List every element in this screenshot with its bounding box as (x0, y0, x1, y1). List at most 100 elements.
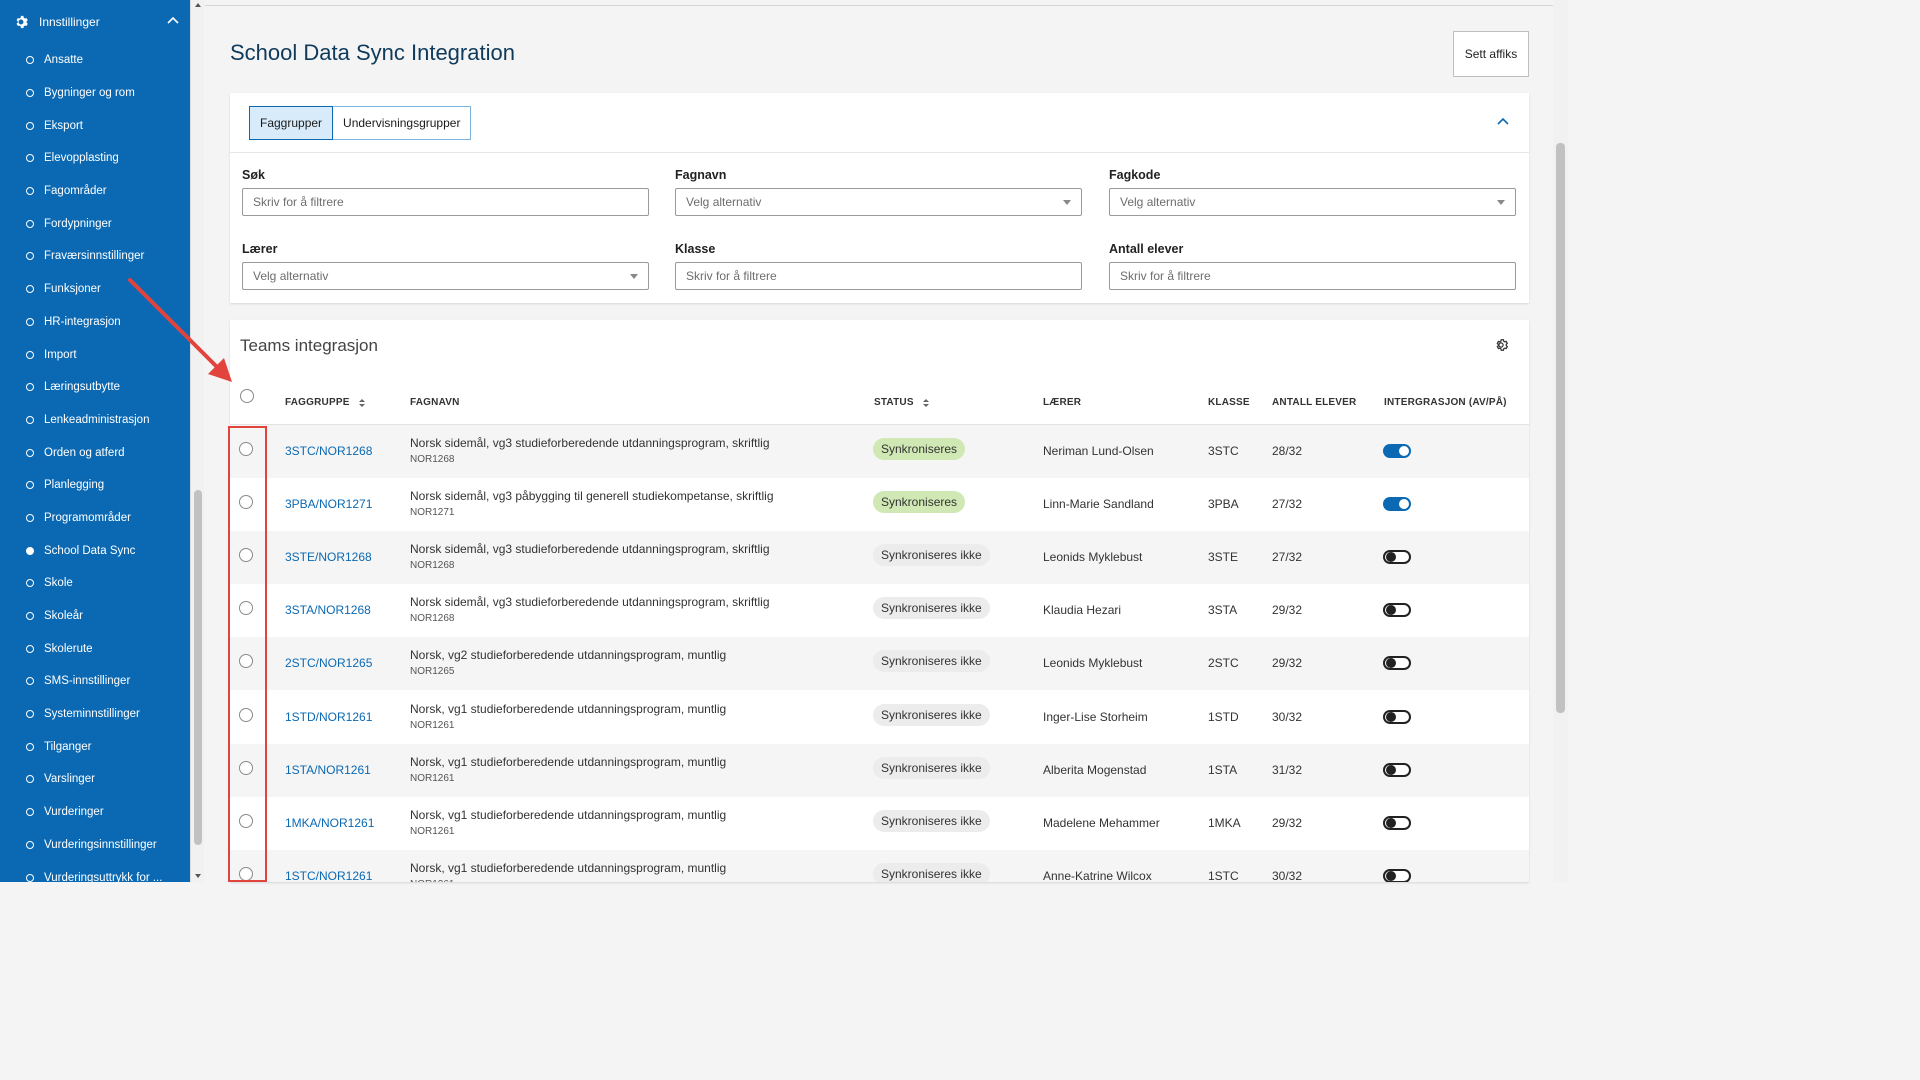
sidebar-item-label: Eksport (44, 119, 83, 132)
bullet-icon (26, 219, 34, 228)
antall-elever-input[interactable]: Skriv for å filtrere (1109, 262, 1516, 290)
antall-elever-text: 27/32 (1272, 497, 1303, 512)
sidebar-item[interactable]: Fraværsinnstillinger (0, 240, 190, 273)
table-row: 1STC/NOR1261 Norsk, vg1 studieforberedend… (230, 849, 1529, 882)
scroll-down-icon[interactable] (195, 874, 201, 878)
fagkode-field: Fagkode Velg alternativ (1109, 168, 1516, 216)
select-all-checkbox[interactable] (240, 389, 254, 403)
chevron-up-icon[interactable] (167, 16, 179, 24)
fagnavn-text: Norsk, vg2 studieforberedende utdannings… (410, 648, 727, 663)
sidebar-item[interactable]: Programområder (0, 502, 190, 535)
sidebar-item[interactable]: Elevopplasting (0, 142, 190, 175)
klasse-input[interactable]: Skriv for å filtrere (675, 262, 1082, 290)
sidebar-item[interactable]: Varslinger (0, 763, 190, 796)
sidebar-item[interactable]: Eksport (0, 109, 190, 142)
column-header-faggruppe[interactable]: FAGGRUPPE (285, 397, 365, 408)
search-input[interactable]: Skriv for å filtrere (242, 188, 649, 216)
sidebar-item-label: Programområder (44, 511, 131, 524)
bullet-icon (26, 612, 34, 621)
sidebar-item-label: Lenkeadministrasjon (44, 413, 150, 426)
integration-toggle[interactable] (1383, 497, 1411, 512)
toggle-knob (1399, 499, 1409, 510)
fagkode-select[interactable]: Velg alternativ (1109, 188, 1516, 216)
faggruppe-link[interactable]: 1STD/NOR1261 (285, 710, 372, 724)
fagkode-text: NOR1268 (410, 454, 455, 465)
sidebar-item[interactable]: Vurderinger (0, 796, 190, 829)
bullet-icon (26, 513, 34, 522)
laerer-select[interactable]: Velg alternativ (242, 262, 649, 290)
sidebar-item[interactable]: Fordypninger (0, 207, 190, 240)
integration-toggle[interactable] (1383, 656, 1411, 671)
faggruppe-link[interactable]: 1MKA/NOR1261 (285, 816, 374, 830)
faggruppe-link[interactable]: 3PBA/NOR1271 (285, 497, 372, 511)
sidebar-item[interactable]: Vurderingsuttrykk for ... (0, 861, 190, 882)
pin-button[interactable]: Sett affiks (1453, 31, 1529, 77)
faggruppe-link[interactable]: 3STE/NOR1268 (285, 550, 372, 564)
integration-toggle[interactable] (1383, 762, 1411, 777)
field-label: Klasse (675, 242, 716, 256)
faggruppe-link[interactable]: 1STC/NOR1261 (285, 869, 372, 882)
sidebar-item[interactable]: Orden og atferd (0, 436, 190, 469)
bullet-icon (26, 154, 34, 163)
integration-toggle[interactable] (1383, 444, 1411, 458)
divider (230, 152, 1529, 153)
scrollbar-thumb[interactable] (1556, 143, 1565, 713)
gear-icon[interactable] (1494, 338, 1508, 352)
faggruppe-link[interactable]: 1STA/NOR1261 (285, 763, 371, 777)
bullet-icon (26, 121, 34, 130)
scrollbar-thumb[interactable] (194, 490, 202, 845)
faggruppe-link[interactable]: 3STC/NOR1268 (285, 444, 372, 458)
integration-toggle[interactable] (1383, 603, 1411, 618)
sidebar-item-label: Elevopplasting (44, 152, 119, 165)
sidebar-item[interactable]: Bygninger og rom (0, 77, 190, 110)
sidebar-item[interactable]: Skolerute (0, 632, 190, 665)
integration-toggle[interactable] (1383, 709, 1411, 724)
select-placeholder: Velg alternativ (686, 195, 762, 209)
integration-toggle[interactable] (1383, 550, 1411, 565)
sidebar-item[interactable]: Planlegging (0, 469, 190, 502)
sidebar-item[interactable]: Systeminnstillinger (0, 698, 190, 731)
sidebar-header[interactable]: Innstillinger (0, 0, 190, 44)
tab-undervisningsgrupper[interactable]: Undervisningsgrupper (333, 106, 472, 140)
faggruppe-link[interactable]: 2STC/NOR1265 (285, 656, 372, 670)
page-scrollbar[interactable] (1553, 0, 1568, 882)
table-row: 3STC/NOR1268 Norsk sidemål, vg3 studiefor… (230, 425, 1529, 478)
sidebar-item[interactable]: Lenkeadministrasjon (0, 404, 190, 437)
sidebar-item[interactable]: Ansatte (0, 44, 190, 77)
filter-panel: Faggrupper Undervisningsgrupper Søk Skri… (230, 93, 1529, 303)
status-badge: Synkroniseres ikke (873, 544, 990, 567)
column-label: STATUS (874, 397, 914, 408)
column-label: INTERGRASJON (AV/PÅ) (1384, 397, 1507, 408)
status-badge: Synkroniseres ikke (873, 756, 990, 779)
scroll-up-icon[interactable] (195, 3, 201, 7)
sidebar-item-label: Systeminnstillinger (44, 708, 140, 721)
fagnavn-text: Norsk, vg1 studieforberedende utdannings… (410, 860, 727, 875)
sidebar-item[interactable]: Skole (0, 567, 190, 600)
sidebar-item[interactable]: Skoleår (0, 600, 190, 633)
input-placeholder: Skriv for å filtrere (1120, 269, 1211, 283)
status-badge: Synkroniseres (873, 491, 966, 514)
klasse-field: Klasse Skriv for å filtrere (675, 242, 1082, 290)
integration-toggle[interactable] (1383, 868, 1411, 882)
sidebar-item[interactable]: Tilganger (0, 730, 190, 763)
integration-toggle[interactable] (1383, 815, 1411, 830)
column-header-status[interactable]: STATUS (874, 397, 929, 408)
sidebar-scrollbar[interactable] (190, 0, 204, 882)
sidebar-title: Innstillinger (39, 15, 100, 29)
column-label: FAGGRUPPE (285, 397, 350, 408)
tab-faggrupper[interactable]: Faggrupper (249, 106, 334, 140)
sidebar-item[interactable]: Vurderingsinnstillinger (0, 829, 190, 862)
sidebar-item[interactable]: Fagområder (0, 175, 190, 208)
antall-elever-text: 29/32 (1272, 815, 1303, 830)
laerer-text: Anne-Katrine Wilcox (1043, 868, 1152, 882)
bullet-icon (26, 350, 34, 359)
faggruppe-link[interactable]: 3STA/NOR1268 (285, 603, 371, 617)
table-row: 1STD/NOR1261 Norsk, vg1 studieforberedend… (230, 690, 1529, 744)
fagnavn-select[interactable]: Velg alternativ (675, 188, 1082, 216)
field-label: Søk (242, 168, 265, 182)
sidebar-item[interactable]: School Data Sync (0, 534, 190, 567)
sidebar-item[interactable]: SMS-innstillinger (0, 665, 190, 698)
bullet-icon (26, 383, 34, 392)
chevron-up-icon[interactable] (1497, 117, 1509, 125)
laerer-text: Neriman Lund-Olsen (1043, 444, 1154, 458)
